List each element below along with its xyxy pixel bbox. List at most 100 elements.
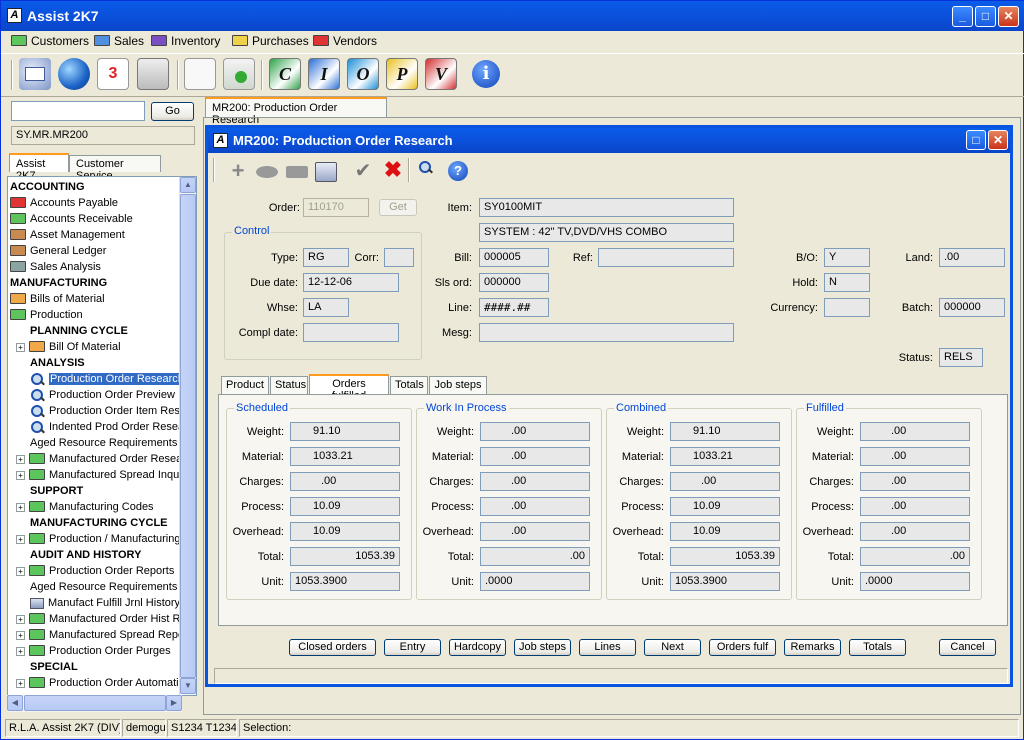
expand-icon[interactable]: +	[16, 646, 25, 656]
tab-totals[interactable]: Totals	[390, 376, 428, 394]
currency-field[interactable]	[824, 298, 870, 317]
expand-icon[interactable]: +	[16, 630, 25, 640]
order-field[interactable]: 110170	[303, 198, 369, 217]
tab-status[interactable]: Status	[270, 376, 308, 394]
bill-field[interactable]: 000005	[479, 248, 549, 267]
go-button[interactable]: Go	[151, 102, 194, 121]
scroll-right-button[interactable]: ▶	[166, 695, 182, 711]
scroll-down-button[interactable]: ▼	[180, 678, 196, 694]
menu-inventory[interactable]: Inventory	[151, 34, 220, 49]
expand-icon[interactable]: +	[16, 534, 25, 544]
closed-orders-button[interactable]: Closed orders	[289, 639, 376, 656]
form-close-button[interactable]: ✕	[988, 130, 1008, 150]
scroll-left-button[interactable]: ◀	[7, 695, 23, 711]
land-field[interactable]: .00	[939, 248, 1005, 267]
chart-icon[interactable]	[223, 58, 255, 90]
notepad-icon[interactable]	[184, 58, 216, 90]
letter-o-icon[interactable]: O	[347, 58, 379, 90]
expand-icon[interactable]: +	[16, 678, 25, 688]
tree-item-production-order-reports[interactable]: + Production Order Reports	[16, 563, 174, 579]
tree-item-production-order-item-res[interactable]: Production Order Item Res	[30, 403, 180, 419]
tab-product[interactable]: Product	[221, 376, 269, 394]
add-icon[interactable]: +	[228, 160, 248, 182]
expand-icon[interactable]: +	[16, 342, 25, 352]
tree-item-manufacturing-codes[interactable]: + Manufacturing Codes	[16, 499, 154, 515]
menu-purchases[interactable]: Purchases	[232, 34, 309, 49]
batch-field[interactable]: 000000	[939, 298, 1005, 317]
item-field[interactable]: SY0100MIT	[479, 198, 734, 217]
letter-c-icon[interactable]: C	[269, 58, 301, 90]
tree-item-aged-resource-requirements-r[interactable]: Aged Resource Requirements R	[30, 579, 188, 595]
menu-vendors[interactable]: Vendors	[313, 34, 377, 49]
tab-orders-fulfilled[interactable]: Orders fulfilled	[309, 374, 389, 402]
sls-ord-field[interactable]: 000000	[479, 273, 549, 292]
menu-customers[interactable]: Customers	[11, 34, 89, 49]
tree-item-manufactured-order-resea[interactable]: + Manufactured Order Resea	[16, 451, 182, 467]
nav-search-input[interactable]	[11, 101, 145, 121]
remarks-button[interactable]: Remarks	[784, 639, 841, 656]
tree-item-aged-resource-requirements[interactable]: Aged Resource Requirements	[30, 435, 177, 451]
calendar-icon[interactable]: 3	[97, 58, 129, 90]
corr-field[interactable]	[384, 248, 414, 267]
scroll-up-button[interactable]: ▲	[180, 177, 196, 193]
tree-item-asset-management[interactable]: Asset Management	[10, 227, 125, 243]
mail-icon[interactable]	[19, 58, 51, 90]
cancel-button[interactable]: Cancel	[939, 639, 996, 656]
tree-item-sales-analysis[interactable]: Sales Analysis	[10, 259, 101, 275]
calculator-icon[interactable]	[137, 58, 169, 90]
tape-icon[interactable]	[286, 166, 308, 178]
tree-item-production-order-preview[interactable]: Production Order Preview	[30, 387, 175, 403]
totals-button[interactable]: Totals	[849, 639, 906, 656]
hscroll-thumb[interactable]	[24, 695, 166, 711]
tree-item-general-ledger[interactable]: General Ledger	[10, 243, 106, 259]
tree-item-indented-prod-order-resea[interactable]: Indented Prod Order Resea	[30, 419, 184, 435]
tree-item-production-order-research[interactable]: Production Order Research	[30, 371, 185, 387]
tab-customer-service[interactable]: Customer Service	[69, 155, 161, 182]
tree-item-accounts-payable[interactable]: Accounts Payable	[10, 195, 118, 211]
close-button[interactable]: ✕	[998, 6, 1019, 27]
entry-button[interactable]: Entry	[384, 639, 441, 656]
scroll-thumb[interactable]	[180, 194, 196, 678]
expand-icon[interactable]: +	[16, 502, 25, 512]
lines-button[interactable]: Lines	[579, 639, 636, 656]
minimize-button[interactable]: _	[952, 6, 973, 27]
tree-item-manufactured-spread-inqu[interactable]: + Manufactured Spread Inqu	[16, 467, 179, 483]
type-field[interactable]: RG	[303, 248, 349, 267]
link-icon[interactable]	[256, 166, 278, 178]
tree-item-manufact-fulfill-jrnl-history[interactable]: Manufact Fulfill Jrnl History	[30, 595, 180, 611]
tree-item-accounts-receivable[interactable]: Accounts Receivable	[10, 211, 133, 227]
help-icon[interactable]: ?	[448, 161, 468, 181]
line-field[interactable]: ####.##	[479, 298, 549, 317]
letter-p-icon[interactable]: P	[386, 58, 418, 90]
tree-item-manufactured-spread-repo[interactable]: + Manufactured Spread Repo	[16, 627, 184, 643]
tree-item-production-order-purges[interactable]: + Production Order Purges	[16, 643, 171, 659]
tree-item-manufactured-order-hist-r[interactable]: + Manufactured Order Hist R	[16, 611, 180, 627]
tree-item-bills-of-material[interactable]: Bills of Material	[10, 291, 105, 307]
tree-horizontal-scrollbar[interactable]: ◀ ▶	[7, 695, 182, 712]
letter-i-icon[interactable]: I	[308, 58, 340, 90]
whse-field[interactable]: LA	[303, 298, 349, 317]
info-icon[interactable]: i	[472, 60, 500, 88]
hardcopy-button[interactable]: Hardcopy	[449, 639, 506, 656]
tree-item-production[interactable]: Production	[10, 307, 83, 323]
tab-job-steps[interactable]: Job steps	[429, 376, 487, 394]
compl-date-field[interactable]	[303, 323, 399, 342]
maximize-button[interactable]: □	[975, 6, 996, 27]
search-icon[interactable]	[418, 161, 440, 183]
menu-sales[interactable]: Sales	[94, 34, 144, 49]
due-date-field[interactable]: 12-12-06	[303, 273, 399, 292]
delete-icon[interactable]: ✖	[382, 159, 404, 181]
tree-item-bill-of-material[interactable]: + Bill Of Material	[16, 339, 121, 355]
get-button[interactable]: Get	[379, 199, 417, 216]
orders-fulf-button[interactable]: Orders fulf	[709, 639, 776, 656]
tree-vertical-scrollbar[interactable]: ▲ ▼	[179, 177, 196, 695]
doc-tab[interactable]: MR200: Production Order Research	[205, 97, 387, 126]
tab-assist-2k7[interactable]: Assist 2K7	[9, 153, 69, 182]
expand-icon[interactable]: +	[16, 566, 25, 576]
tree-item-production-manufacturing[interactable]: + Production / Manufacturing	[16, 531, 180, 547]
mesg-field[interactable]	[479, 323, 734, 342]
form-maximize-button[interactable]: □	[966, 130, 986, 150]
check-icon[interactable]: ✔	[352, 160, 374, 182]
letter-v-icon[interactable]: V	[425, 58, 457, 90]
bo-field[interactable]: Y	[824, 248, 870, 267]
